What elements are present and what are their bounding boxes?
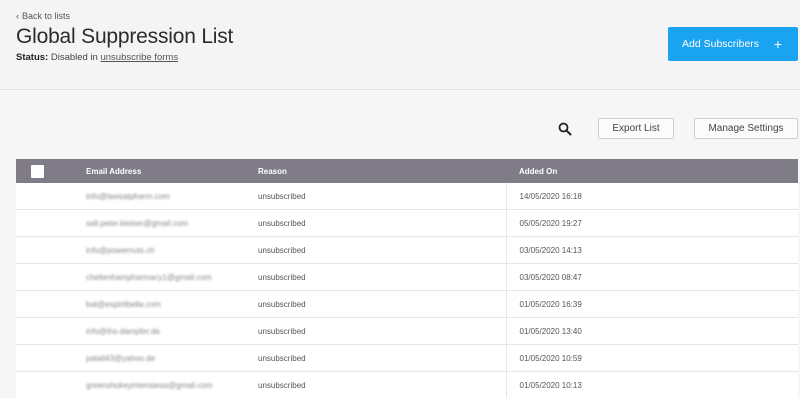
row-added-on: 01/05/2020 13:40 <box>506 318 798 345</box>
row-select-cell[interactable] <box>16 183 72 210</box>
row-email: info@ihs-dampfer.de <box>72 318 244 345</box>
row-email: sall.peter.kleiser@gmail.com <box>72 210 244 237</box>
row-added-on: 05/05/2020 19:27 <box>506 210 798 237</box>
row-email: cheltenhampharmacy1@gmail.com <box>72 264 244 291</box>
column-header-email[interactable]: Email Address <box>72 159 244 183</box>
row-reason: unsubscribed <box>244 183 506 210</box>
table-row[interactable]: cheltenhampharmacy1@gmail.com unsubscrib… <box>16 264 798 291</box>
select-all-cell <box>16 159 72 183</box>
column-header-added-on[interactable]: Added On <box>506 159 798 183</box>
row-select-cell[interactable] <box>16 264 72 291</box>
row-reason: unsubscribed <box>244 372 506 398</box>
chevron-left-icon: ‹ <box>16 12 19 21</box>
subscribers-table: Email Address Reason Added On info@lawsa… <box>16 159 798 398</box>
row-added-on: 01/05/2020 16:39 <box>506 291 798 318</box>
row-email: patali43@yahoo.de <box>72 345 244 372</box>
row-select-cell[interactable] <box>16 318 72 345</box>
manage-settings-button[interactable]: Manage Settings <box>694 118 798 139</box>
row-select-cell[interactable] <box>16 345 72 372</box>
add-subscribers-label: Add Subscribers <box>682 38 759 50</box>
search-icon[interactable] <box>558 122 572 136</box>
list-toolbar: Export List Manage Settings <box>0 90 800 160</box>
back-link-label: Back to lists <box>22 11 70 21</box>
row-added-on: 03/05/2020 08:47 <box>506 264 798 291</box>
status-text: Disabled in <box>51 52 98 63</box>
row-select-cell[interactable] <box>16 237 72 264</box>
table-row[interactable]: greenshokeyintensiesa@gmail.com unsubscr… <box>16 372 798 398</box>
page-header: ‹ Back to lists Global Suppression List … <box>0 0 800 90</box>
table-row[interactable]: bat@espiritbella.com unsubscribed 01/05/… <box>16 291 798 318</box>
back-to-lists-link[interactable]: ‹ Back to lists <box>16 11 70 21</box>
table-header-row: Email Address Reason Added On <box>16 159 798 183</box>
row-select-cell[interactable] <box>16 210 72 237</box>
table-row[interactable]: sall.peter.kleiser@gmail.com unsubscribe… <box>16 210 798 237</box>
unsubscribe-forms-link[interactable]: unsubscribe forms <box>100 52 178 63</box>
row-added-on: 03/05/2020 14:13 <box>506 237 798 264</box>
row-reason: unsubscribed <box>244 345 506 372</box>
row-reason: unsubscribed <box>244 264 506 291</box>
select-all-checkbox[interactable] <box>31 165 44 178</box>
row-email: info@powernuts.ch <box>72 237 244 264</box>
status-label: Status: <box>16 52 48 63</box>
row-email: greenshokeyintensiesa@gmail.com <box>72 372 244 398</box>
row-reason: unsubscribed <box>244 318 506 345</box>
export-list-button[interactable]: Export List <box>598 118 674 139</box>
status-line: Status: Disabled in unsubscribe forms <box>16 52 178 63</box>
row-added-on: 01/05/2020 10:59 <box>506 345 798 372</box>
plus-icon: + <box>774 37 782 51</box>
table-row[interactable]: info@ihs-dampfer.de unsubscribed 01/05/2… <box>16 318 798 345</box>
row-added-on: 01/05/2020 10:13 <box>506 372 798 398</box>
row-select-cell[interactable] <box>16 291 72 318</box>
table-row[interactable]: info@lawsatpharm.com unsubscribed 14/05/… <box>16 183 798 210</box>
row-reason: unsubscribed <box>244 237 506 264</box>
row-email: bat@espiritbella.com <box>72 291 244 318</box>
row-select-cell[interactable] <box>16 372 72 398</box>
row-reason: unsubscribed <box>244 291 506 318</box>
add-subscribers-button[interactable]: Add Subscribers + <box>668 27 798 61</box>
page-title: Global Suppression List <box>16 25 233 49</box>
row-reason: unsubscribed <box>244 210 506 237</box>
table-row[interactable]: info@powernuts.ch unsubscribed 03/05/202… <box>16 237 798 264</box>
row-added-on: 14/05/2020 16:18 <box>506 183 798 210</box>
subscribers-table-wrapper: Email Address Reason Added On info@lawsa… <box>16 159 798 398</box>
row-email: info@lawsatpharm.com <box>72 183 244 210</box>
table-row[interactable]: patali43@yahoo.de unsubscribed 01/05/202… <box>16 345 798 372</box>
column-header-reason[interactable]: Reason <box>244 159 506 183</box>
